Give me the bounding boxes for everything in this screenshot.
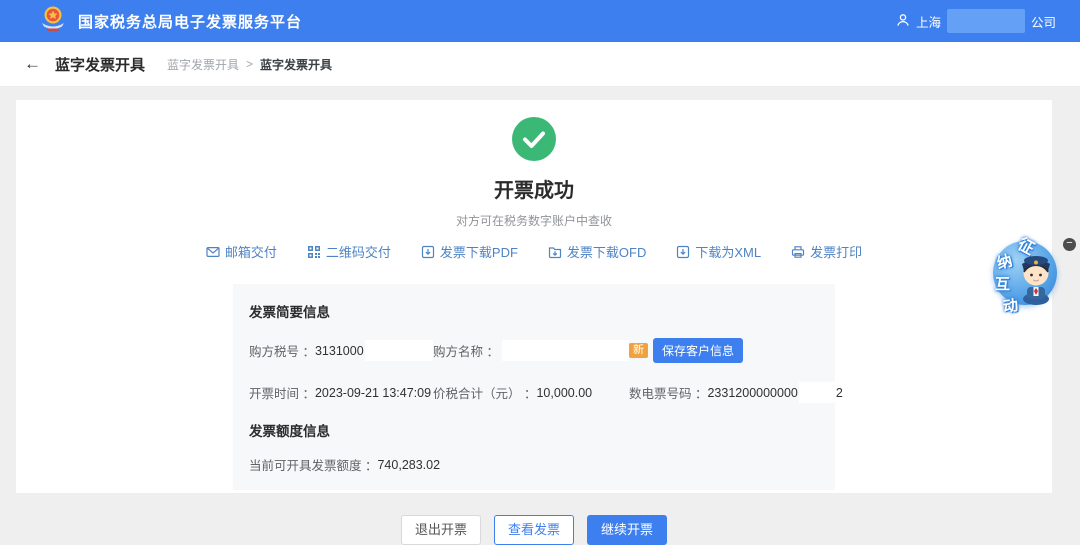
total-amount-field: 价税合计（元） ： 10,000.00 [433, 383, 629, 402]
main-content: 开票成功 对方可在税务数字账户中查收 邮箱交付 [0, 87, 1080, 493]
redacted-tax-no [365, 340, 433, 361]
invoice-info-panel: 发票简要信息 购方税号 ： 3131000 购方名称 ： 新 保存客户信息 [233, 284, 835, 490]
back-arrow-icon[interactable]: ← [24, 54, 41, 74]
invoice-no-field: 数电票号码 ： 2331200000000 2 [629, 382, 843, 403]
email-delivery-link[interactable]: 邮箱交付 [206, 242, 277, 261]
success-check-icon [512, 117, 556, 161]
tax-officer-avatar-icon [1015, 247, 1057, 310]
buyer-name-label: 购方名称 ： [433, 341, 499, 360]
quota-field: 当前可开具发票额度 ： 740,283.02 [249, 455, 819, 474]
tax-bureau-logo-icon [38, 4, 68, 39]
redacted-company-name [947, 9, 1025, 33]
redacted-invoice-no [799, 382, 836, 403]
action-label: 下载为XML [695, 242, 761, 261]
invoice-time-label: 开票时间 ： [249, 383, 315, 402]
invoice-no-value: 2331200000000 [707, 386, 797, 400]
quota-value: 740,283.02 [377, 458, 440, 472]
user-suffix: 公司 [1031, 12, 1056, 31]
view-invoice-button[interactable]: 查看发票 [494, 515, 574, 545]
total-amount-label: 价税合计（元） ： [433, 383, 536, 402]
invoice-no-label: 数电票号码 ： [629, 383, 707, 402]
user-region: 上海 [916, 12, 941, 31]
user-icon [896, 13, 910, 30]
breadcrumb-parent[interactable]: 蓝字发票开具 [167, 56, 239, 73]
continue-invoicing-button[interactable]: 继续开票 [587, 515, 667, 545]
result-title: 开票成功 [494, 174, 574, 203]
download-ofd-link[interactable]: 发票下载OFD [548, 242, 646, 261]
printer-icon [791, 245, 805, 259]
buyer-tax-no-label: 购方税号 ： [249, 341, 315, 360]
print-invoice-link[interactable]: 发票打印 [791, 242, 862, 261]
breadcrumb: 蓝字发票开具 > 蓝字发票开具 [167, 56, 332, 73]
action-label: 发票打印 [810, 242, 862, 261]
download-pdf-link[interactable]: 发票下载PDF [421, 242, 518, 261]
summary-section-title: 发票简要信息 [249, 301, 819, 321]
action-label: 二维码交付 [326, 242, 391, 261]
total-amount-value: 10,000.00 [536, 386, 592, 400]
result-card: 开票成功 对方可在税务数字账户中查收 邮箱交付 [16, 100, 1052, 493]
breadcrumb-current: 蓝字发票开具 [260, 56, 332, 73]
user-account[interactable]: 上海 公司 [896, 9, 1056, 33]
brand: 国家税务总局电子发票服务平台 [38, 4, 302, 39]
invoice-no-suffix: 2 [836, 386, 843, 400]
new-badge: 新 [629, 343, 648, 358]
envelope-icon [206, 245, 220, 259]
buyer-tax-no-field: 购方税号 ： 3131000 [249, 340, 433, 361]
action-links: 邮箱交付 二维码交付 [206, 242, 862, 261]
quota-section-title: 发票额度信息 [249, 420, 819, 440]
action-label: 发票下载PDF [440, 242, 518, 261]
quota-row: 当前可开具发票额度 ： 740,283.02 [249, 455, 819, 474]
invoice-time-value: 2023-09-21 13:47:09 [315, 386, 431, 400]
download-xml-link[interactable]: 下载为XML [676, 242, 761, 261]
download-pdf-icon [421, 245, 435, 259]
action-label: 发票下载OFD [567, 242, 646, 261]
tax-interaction-mascot[interactable]: 征 纳 互 动 [993, 233, 1059, 317]
result-subtitle: 对方可在税务数字账户中查收 [456, 212, 612, 229]
buyer-tax-no-value: 3131000 [315, 344, 364, 358]
mascot-label-char: 互 [995, 273, 1010, 294]
app-title: 国家税务总局电子发票服务平台 [78, 11, 302, 32]
exit-invoicing-button[interactable]: 退出开票 [401, 515, 481, 545]
qrcode-icon [307, 245, 321, 259]
action-label: 邮箱交付 [225, 242, 277, 261]
invoice-time-field: 开票时间 ： 2023-09-21 13:47:09 [249, 383, 433, 402]
download-xml-icon [676, 245, 690, 259]
footer-buttons: 退出开票 查看发票 继续开票 [401, 515, 667, 545]
app-header: 国家税务总局电子发票服务平台 上海 公司 [0, 0, 1080, 42]
save-customer-button[interactable]: 保存客户信息 [653, 338, 743, 363]
download-ofd-icon [548, 245, 562, 259]
breadcrumb-separator: > [246, 57, 253, 71]
redacted-buyer-name [502, 340, 629, 361]
buyer-name-field: 购方名称 ： [433, 340, 629, 361]
qrcode-delivery-link[interactable]: 二维码交付 [307, 242, 391, 261]
breadcrumb-bar: ← 蓝字发票开具 蓝字发票开具 > 蓝字发票开具 [0, 42, 1080, 87]
quota-label: 当前可开具发票额度 ： [249, 455, 377, 474]
summary-row-2: 开票时间 ： 2023-09-21 13:47:09 价税合计（元） ： 10,… [249, 382, 819, 403]
mascot-collapse-button[interactable]: − [1063, 238, 1076, 251]
summary-row-1: 购方税号 ： 3131000 购方名称 ： 新 保存客户信息 [249, 338, 819, 363]
page-title: 蓝字发票开具 [55, 54, 145, 75]
customer-save-group: 新 保存客户信息 [629, 338, 819, 363]
